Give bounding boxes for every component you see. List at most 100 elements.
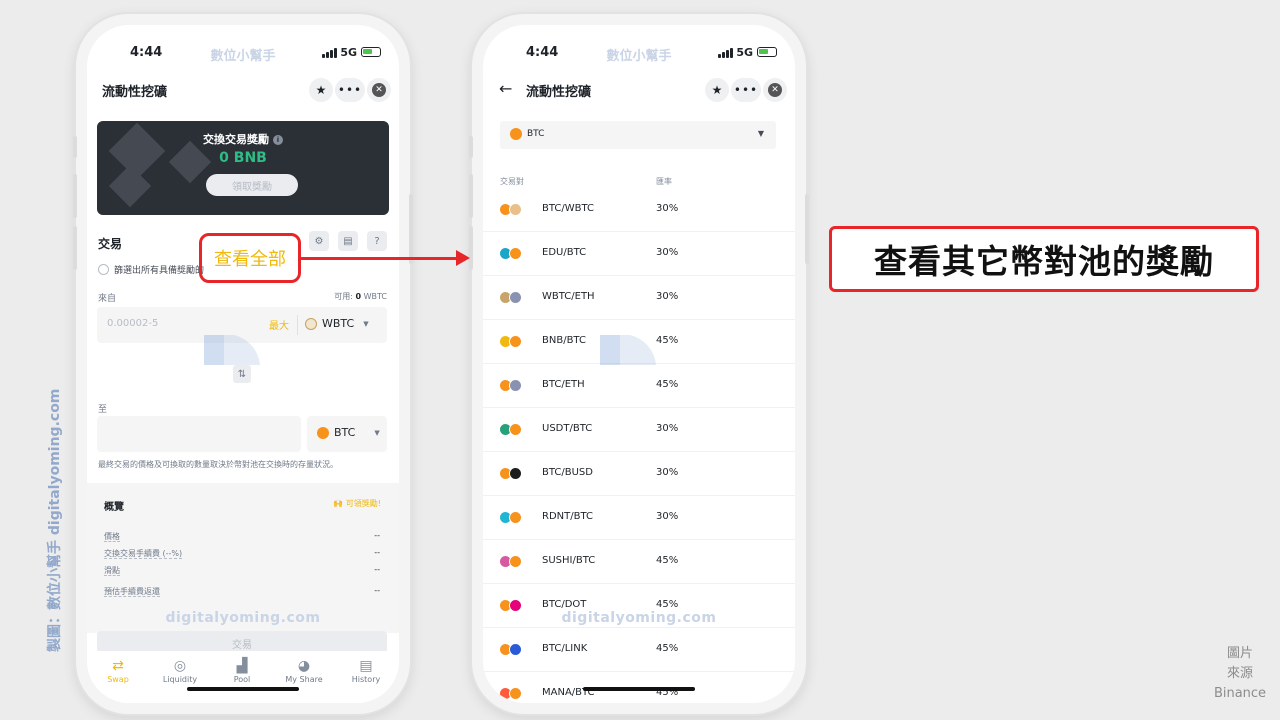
record-icon[interactable]: ▤: [338, 231, 358, 251]
selected-token: BTC: [510, 128, 544, 140]
bottom-tab-bar: ⇄ Swap ◎ Liquidity ▟ Pool ◕ My Share ▤ Histor…: [87, 651, 399, 703]
claimable-reward-link[interactable]: 🙌 可領獎勵!: [333, 498, 381, 509]
tab-pool[interactable]: ▟ Pool: [211, 657, 273, 684]
from-token-select[interactable]: WBTC ▼: [305, 317, 369, 330]
coin-icon: [509, 423, 522, 436]
settings-gear-icon[interactable]: ⚙: [309, 231, 329, 251]
filter-rewards-radio[interactable]: 篩選出所有具備獎勵的: [98, 263, 204, 276]
battery-icon: [361, 47, 381, 57]
coin-icon: [509, 247, 522, 260]
favorite-star-icon[interactable]: ★: [705, 78, 729, 102]
trade-button[interactable]: 交易: [97, 631, 387, 653]
source-line: 圖片: [1226, 646, 1253, 661]
pair-name: BTC/BUSD: [542, 467, 593, 478]
coin-icon: [509, 511, 522, 524]
close-button[interactable]: ✕: [763, 78, 787, 102]
pair-row[interactable]: BTC/LINK 45%: [483, 628, 795, 672]
coin-icon: [509, 291, 522, 304]
overview-key: 預估手續費返還: [104, 587, 160, 597]
source-line: 來源: [1226, 666, 1253, 681]
more-menu-button[interactable]: •••: [335, 78, 365, 102]
view-all-highlight[interactable]: 查看全部: [199, 233, 301, 283]
from-label: 來自: [98, 294, 117, 304]
overview-value: --: [374, 548, 380, 557]
available-value: 0: [355, 292, 362, 301]
pair-coin-icons: [499, 203, 525, 217]
claimable-reward-text: 可領獎勵!: [345, 499, 381, 508]
pair-coin-icons: [499, 687, 525, 701]
filter-rewards-label: 篩選出所有具備獎勵的: [114, 266, 205, 276]
pair-coin-icons: [499, 555, 525, 569]
overview-value: --: [374, 565, 380, 574]
close-button[interactable]: ✕: [367, 78, 391, 102]
pair-name: BTC/DOT: [542, 599, 587, 610]
overview-row: 預估手續費返還 --: [104, 586, 380, 597]
pair-name: SUSHI/BTC: [542, 555, 596, 566]
divider: [297, 315, 298, 335]
token-filter-select[interactable]: BTC ▼: [500, 121, 776, 149]
guide-icon[interactable]: ?: [367, 231, 387, 251]
home-indicator[interactable]: [583, 687, 695, 691]
chevron-down-icon: ▼: [374, 428, 380, 437]
tab-history[interactable]: ▤ History: [335, 657, 397, 684]
pair-name: BTC/LINK: [542, 643, 588, 654]
available-prefix: 可用:: [334, 292, 353, 301]
pair-row[interactable]: WBTC/ETH 30%: [483, 276, 795, 320]
from-placeholder: 0.00002-5: [107, 318, 159, 329]
pair-row[interactable]: BTC/WBTC 30%: [483, 188, 795, 232]
watermark-logo: [600, 329, 670, 409]
pair-coin-icons: [499, 467, 525, 481]
overview-row: 滑點 --: [104, 565, 380, 576]
pair-row[interactable]: RDNT/BTC 30%: [483, 496, 795, 540]
signal-icon: [322, 48, 337, 58]
pair-name: EDU/BTC: [542, 247, 587, 258]
tab-swap[interactable]: ⇄ Swap: [87, 657, 149, 684]
overview-card: 概覽 🙌 可領獎勵! 價格 -- 交換交易手續費 (--%) -- 滑點 -- 預估手…: [97, 491, 389, 603]
claim-reward-button[interactable]: 領取獎勵: [206, 174, 298, 196]
swap-icon: ⇄: [112, 658, 124, 674]
info-icon[interactable]: i: [273, 135, 283, 145]
price-note: 最終交易的價格及可換取的數量取決於幣對池在交換時的存量狀況。: [98, 460, 338, 469]
more-menu-button[interactable]: •••: [731, 78, 761, 102]
to-token-select[interactable]: BTC ▼: [307, 416, 387, 452]
pair-rate: 30%: [656, 247, 679, 258]
overview-title: 概覽: [104, 502, 124, 513]
credit-text: 製圖：數位小幫手 digitalyoming.com: [47, 388, 63, 652]
coin-icon: [509, 203, 522, 216]
pair-coin-icons: [499, 511, 525, 525]
status-bar: 4:44 數位小幫手 5G: [483, 45, 795, 65]
screen-right: 4:44 數位小幫手 5G ← 流動性挖礦 ★ ••• ✕ BTC ▼ 交易對 …: [483, 25, 795, 703]
tab-liquidity[interactable]: ◎ Liquidity: [149, 657, 211, 684]
signal-icon: [718, 48, 733, 58]
pair-row[interactable]: SUSHI/BTC 45%: [483, 540, 795, 584]
annotation-arrow: [301, 257, 461, 260]
pair-coin-icons: [499, 643, 525, 657]
pair-rate: 30%: [656, 467, 679, 478]
pair-row[interactable]: BTC/BUSD 30%: [483, 452, 795, 496]
overview-row: 價格 --: [104, 531, 380, 542]
favorite-star-icon[interactable]: ★: [309, 78, 333, 102]
pair-rate: 45%: [656, 555, 679, 566]
home-indicator[interactable]: [187, 687, 299, 691]
to-amount-input[interactable]: [97, 416, 301, 452]
chevron-down-icon: ▼: [363, 319, 369, 328]
coin-icon: [509, 555, 522, 568]
pair-coin-icons: [499, 247, 525, 261]
pie-chart-icon: ◕: [297, 658, 311, 674]
tab-swap-label: Swap: [107, 675, 129, 684]
tab-my-share[interactable]: ◕ My Share: [273, 657, 335, 684]
back-arrow-icon[interactable]: ←: [499, 79, 512, 98]
coin-icon: [509, 379, 522, 392]
overview-key: 價格: [104, 532, 120, 542]
banner-title-text: 交換交易獎勵: [203, 133, 269, 146]
header-pair: 交易對: [500, 177, 524, 186]
pair-coin-icons: [499, 291, 525, 305]
pair-row[interactable]: EDU/BTC 30%: [483, 232, 795, 276]
pair-name: BTC/WBTC: [542, 203, 594, 214]
pool-chart-icon: ▟: [236, 658, 248, 674]
coin-icon: [509, 335, 522, 348]
reward-banner: 交換交易獎勵 i 0 BNB 領取獎勵: [97, 121, 389, 215]
radio-icon[interactable]: [98, 264, 109, 275]
pair-name: RDNT/BTC: [542, 511, 593, 522]
pair-name: USDT/BTC: [542, 423, 593, 434]
